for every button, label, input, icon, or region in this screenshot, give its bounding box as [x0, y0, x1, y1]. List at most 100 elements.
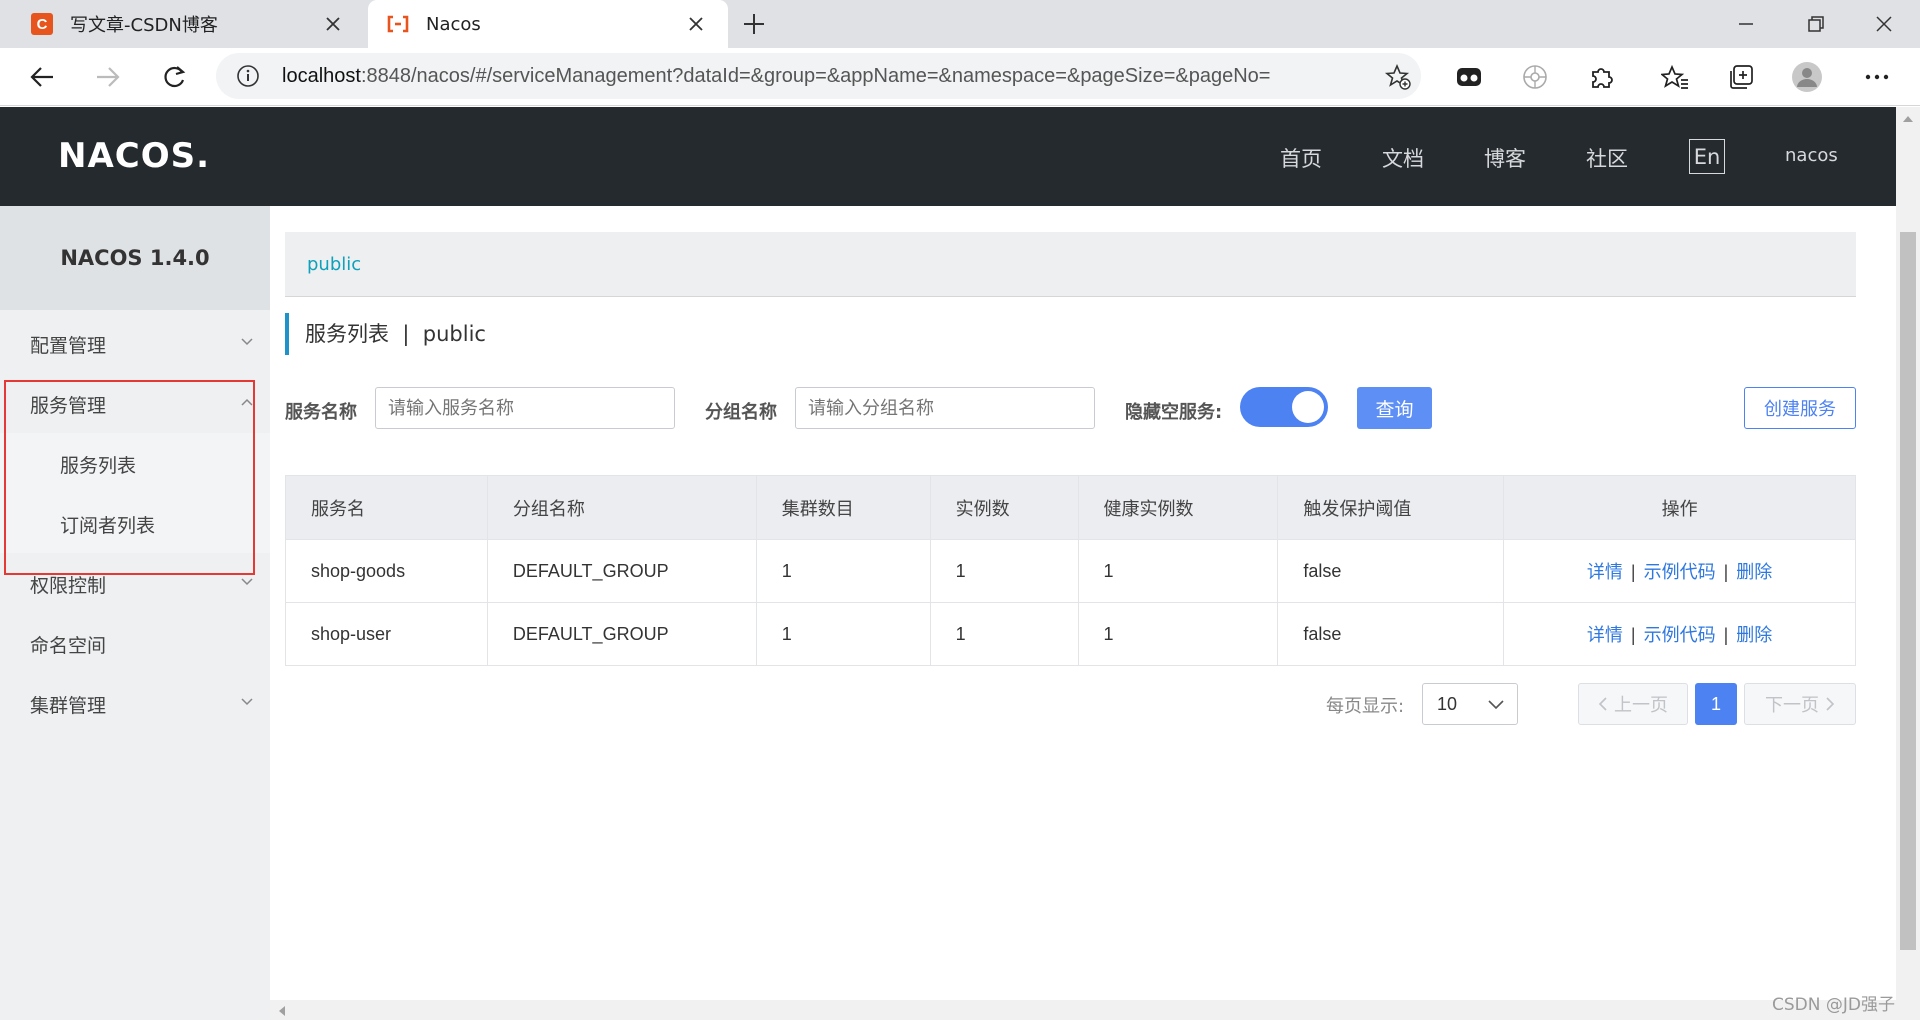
- annotation-highlight-box: [4, 380, 255, 575]
- close-tab-icon[interactable]: [684, 12, 708, 36]
- address-bar[interactable]: localhost:8848/nacos/#/serviceManagement…: [216, 53, 1421, 99]
- url-text: localhost:8848/nacos/#/serviceManagement…: [282, 65, 1271, 87]
- page-number-current[interactable]: 1: [1695, 683, 1737, 725]
- nav-community[interactable]: 社区: [1586, 143, 1628, 173]
- table-row: shop-goods DEFAULT_GROUP 1 1 1 false 详情 |…: [285, 539, 1856, 603]
- clusters-cell: 1: [755, 602, 931, 666]
- sample-code-link[interactable]: 示例代码: [1644, 562, 1716, 582]
- healthy-cell: 1: [1077, 602, 1279, 666]
- actions-cell: 详情 | 示例代码 | 删除: [1503, 602, 1856, 666]
- user-name[interactable]: nacos: [1785, 145, 1838, 166]
- browser-tab-csdn[interactable]: C 写文章-CSDN博客: [0, 0, 365, 48]
- namespace-bar: public: [285, 232, 1856, 297]
- healthy-cell: 1: [1077, 539, 1279, 603]
- browser-toolbar: localhost:8848/nacos/#/serviceManagement…: [0, 48, 1920, 140]
- watermark: CSDN @JD强子: [1772, 995, 1895, 1015]
- group-cell: DEFAULT_GROUP: [486, 602, 757, 666]
- close-tab-icon[interactable]: [321, 12, 345, 36]
- group-name-input[interactable]: [795, 387, 1095, 429]
- sidebar-item-config[interactable]: 配置管理: [0, 313, 270, 373]
- extension-disabled-icon[interactable]: [1520, 62, 1550, 92]
- restore-icon[interactable]: [1802, 10, 1830, 38]
- collections-icon[interactable]: [1726, 62, 1756, 92]
- actions-cell: 详情 | 示例代码 | 删除: [1503, 539, 1856, 603]
- create-service-button[interactable]: 创建服务: [1744, 387, 1856, 429]
- column-header: 集群数目: [755, 475, 931, 540]
- browser-tab-nacos[interactable]: Nacos: [368, 0, 728, 48]
- language-toggle[interactable]: En: [1689, 139, 1725, 174]
- sidebar-item-cluster[interactable]: 集群管理: [0, 673, 270, 733]
- table-row: shop-user DEFAULT_GROUP 1 1 1 false 详情 | 示…: [285, 602, 1856, 666]
- svg-text:C: C: [37, 16, 48, 33]
- page-title: 服务列表 | public: [285, 313, 486, 355]
- favorites-icon[interactable]: [1660, 62, 1690, 92]
- chevron-down-icon: [240, 575, 254, 589]
- chevron-down-icon: [240, 695, 254, 709]
- column-header: 操作: [1503, 475, 1856, 540]
- extension-icon[interactable]: [1454, 62, 1484, 92]
- browser-tab-bar: C 写文章-CSDN博客 Nacos: [0, 0, 1920, 48]
- scrollbar-thumb[interactable]: [1900, 232, 1916, 950]
- forward-icon[interactable]: [93, 62, 123, 92]
- prev-page-button[interactable]: 上一页: [1578, 683, 1688, 725]
- extensions-puzzle-icon[interactable]: [1586, 62, 1616, 92]
- namespace-link[interactable]: public: [307, 254, 361, 275]
- column-header: 触发保护阈值: [1277, 475, 1505, 540]
- close-window-icon[interactable]: [1870, 10, 1898, 38]
- hide-empty-toggle[interactable]: [1240, 387, 1328, 427]
- chevron-down-icon: [1487, 697, 1505, 711]
- profile-avatar-icon[interactable]: [1792, 62, 1822, 92]
- toggle-knob: [1292, 391, 1324, 423]
- tab-title: Nacos: [426, 13, 481, 35]
- chevron-left-icon: [1598, 696, 1608, 712]
- back-icon[interactable]: [27, 62, 57, 92]
- nav-blog[interactable]: 博客: [1484, 143, 1526, 173]
- threshold-cell: false: [1277, 602, 1505, 666]
- chevron-down-icon: [240, 335, 254, 349]
- delete-link[interactable]: 删除: [1736, 625, 1772, 645]
- scroll-up-icon[interactable]: [1902, 115, 1914, 123]
- svg-text:NACOS.: NACOS.: [58, 136, 208, 175]
- new-tab-icon[interactable]: [740, 10, 768, 38]
- add-favorite-icon[interactable]: [1384, 63, 1412, 91]
- service-name-label: 服务名称: [285, 402, 357, 423]
- nacos-header: NACOS. 首页 文档 博客 社区 En nacos: [0, 107, 1896, 206]
- chevron-right-icon: [1825, 696, 1835, 712]
- query-button[interactable]: 查询: [1357, 387, 1432, 429]
- detail-link[interactable]: 详情: [1587, 562, 1623, 582]
- column-header: 实例数: [929, 475, 1079, 540]
- sample-code-link[interactable]: 示例代码: [1644, 625, 1716, 645]
- nacos-logo[interactable]: NACOS.: [58, 135, 208, 175]
- sidebar-item-namespace[interactable]: 命名空间: [0, 613, 270, 673]
- service-name-input[interactable]: [375, 387, 675, 429]
- detail-link[interactable]: 详情: [1587, 625, 1623, 645]
- sidebar: NACOS 1.4.0 配置管理 服务管理 服务列表 订阅者列表 权限控制 命名…: [0, 206, 270, 1020]
- service-name-cell: shop-goods: [285, 539, 488, 603]
- column-header: 分组名称: [486, 475, 757, 540]
- more-menu-icon[interactable]: [1862, 62, 1892, 92]
- page-size-select[interactable]: 10: [1422, 683, 1518, 725]
- group-name-label: 分组名称: [705, 402, 777, 423]
- nav-docs[interactable]: 文档: [1382, 143, 1424, 173]
- site-info-icon[interactable]: [236, 64, 260, 88]
- delete-link[interactable]: 删除: [1736, 562, 1772, 582]
- minimize-icon[interactable]: [1732, 10, 1760, 38]
- table-header-row: 服务名 分组名称 集群数目 实例数 健康实例数 触发保护阈值 操作: [285, 475, 1856, 540]
- vertical-scrollbar[interactable]: [1896, 107, 1920, 1020]
- instances-cell: 1: [929, 602, 1079, 666]
- next-page-button[interactable]: 下一页: [1744, 683, 1856, 725]
- instances-cell: 1: [929, 539, 1079, 603]
- version-title: NACOS 1.4.0: [0, 206, 270, 310]
- scroll-left-icon[interactable]: [278, 1005, 286, 1017]
- column-header: 健康实例数: [1077, 475, 1279, 540]
- group-cell: DEFAULT_GROUP: [486, 539, 757, 603]
- tab-title: 写文章-CSDN博客: [70, 15, 218, 36]
- service-name-cell: shop-user: [285, 602, 488, 666]
- service-table: 服务名 分组名称 集群数目 实例数 健康实例数 触发保护阈值 操作 shop-g…: [285, 475, 1856, 666]
- column-header: 服务名: [285, 475, 488, 540]
- hide-empty-label: 隐藏空服务:: [1125, 402, 1223, 423]
- horizontal-scrollbar[interactable]: [270, 1000, 1896, 1020]
- nav-home[interactable]: 首页: [1280, 143, 1322, 173]
- clusters-cell: 1: [755, 539, 931, 603]
- refresh-icon[interactable]: [159, 62, 189, 92]
